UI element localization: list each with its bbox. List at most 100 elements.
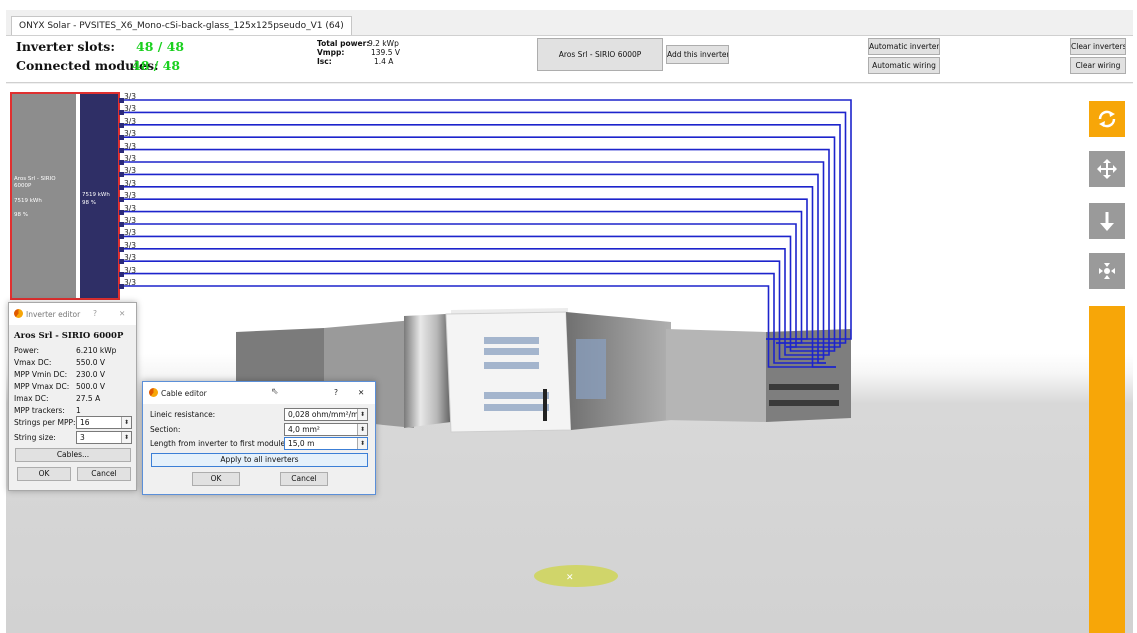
inverter-model-label: Aros Srl - SIRIO 6000P (14, 331, 124, 341)
string-wire (124, 285, 836, 368)
vmax-value: 550.0 V (76, 358, 105, 367)
section-spinbox[interactable]: 4,0 mm² ⬍ (284, 423, 368, 436)
cable-cancel-button[interactable]: Cancel (280, 472, 328, 486)
cable-ok-button[interactable]: OK (192, 472, 240, 486)
vmpp-label: Vmpp: (317, 48, 345, 57)
strings-per-mpp-value: 16 (80, 418, 90, 427)
mpp-vmin-label: MPP Vmin DC: (14, 370, 68, 379)
automatic-inverters-button[interactable]: Automatic inverters (868, 38, 940, 55)
string-size-value: 3 (80, 433, 85, 442)
mpp-trackers-value: 1 (76, 406, 81, 415)
automatic-wiring-button[interactable]: Automatic wiring (868, 57, 940, 74)
move-down-button[interactable] (1089, 203, 1125, 239)
string-wire (124, 272, 826, 364)
move-icon (1097, 159, 1117, 179)
length-spinbox[interactable]: 15,0 m ⬍ (284, 437, 368, 450)
3d-viewport[interactable]: ✕ Aros Srl - SIRIO 6000P 7519 kWh 98 % 7… (6, 84, 1133, 633)
inverter-name: Aros Srl - SIRIO 6000P (14, 176, 56, 189)
spin-arrows-icon[interactable]: ⬍ (121, 432, 131, 443)
app-icon (149, 388, 158, 397)
help-button[interactable]: ? (93, 309, 97, 318)
imax-label: Imax DC: (14, 394, 49, 403)
summary-toolbar: Inverter slots: 48 / 48 Connected module… (6, 35, 1133, 83)
inverter-cancel-button[interactable]: Cancel (77, 467, 131, 481)
string-slot-label: 3/3 (124, 166, 137, 176)
cable-editor-title: Cable editor (161, 389, 207, 398)
rotate-icon (1098, 110, 1116, 128)
lineic-resistance-value: 0,028 ohm/mm²/m (288, 410, 359, 419)
cables-button[interactable]: Cables... (15, 448, 131, 462)
string-slot-label: 3/3 (124, 265, 137, 275)
mpp-trackers-label: MPP trackers: (14, 406, 65, 415)
add-inverter-button[interactable]: Add this inverter (666, 45, 729, 64)
inverter-editor-titlebar[interactable]: Inverter editor ? ✕ (9, 303, 136, 325)
string-slot-label: 3/3 (124, 191, 137, 201)
section-value: 4,0 mm² (288, 425, 320, 434)
orange-side-panel (1089, 306, 1125, 633)
mpp-vmax-value: 500.0 V (76, 382, 105, 391)
lineic-resistance-spinbox[interactable]: 0,028 ohm/mm²/m ⬍ (284, 408, 368, 421)
string-wire (124, 210, 803, 344)
string-wire (124, 198, 808, 340)
cursor-icon: ⇖ (271, 387, 279, 397)
clear-inverters-button[interactable]: Clear inverters (1070, 38, 1126, 55)
length-label: Length from inverter to first module: (150, 439, 288, 448)
close-button[interactable]: ✕ (358, 388, 364, 397)
string-slot-label: 3/3 (124, 240, 137, 250)
rotate-button[interactable] (1089, 101, 1125, 137)
string-wire (124, 148, 830, 356)
string-slot-label: 3/3 (124, 178, 137, 188)
spin-arrows-icon[interactable]: ⬍ (121, 417, 131, 428)
vmax-label: Vmax DC: (14, 358, 52, 367)
close-button[interactable]: ✕ (119, 309, 125, 318)
apply-all-inverters-button[interactable]: Apply to all inverters (151, 453, 368, 467)
mppt-energy: 7519 kWh (82, 192, 110, 198)
string-wire (124, 136, 836, 352)
mppt-efficiency: 98 % (82, 200, 96, 206)
inverter-block[interactable]: Aros Srl - SIRIO 6000P 7519 kWh 98 % 751… (10, 92, 120, 300)
clear-wiring-button[interactable]: Clear wiring (1070, 57, 1126, 74)
cable-editor-dialog: Cable editor ⇖ ? ✕ Lineic resistance: 0,… (142, 381, 376, 495)
string-slot-label: 3/3 (124, 104, 137, 114)
strings-per-mpp-label: Strings per MPP: (14, 418, 76, 427)
isc-value: 1.4 A (374, 57, 394, 66)
inverter-model-select[interactable]: Aros Srl - SIRIO 6000P (537, 38, 663, 71)
string-wiring (124, 99, 852, 368)
document-tab[interactable]: ONYX Solar - PVSITES_X6_Mono-cSi-back-gl… (11, 16, 352, 36)
inverter-slots-label: Inverter slots: (16, 39, 115, 54)
fit-view-icon (1099, 263, 1115, 279)
string-wire (124, 235, 796, 352)
total-power-label: Total power: (317, 39, 370, 48)
string-slot-label: 3/3 (124, 253, 137, 263)
mpp-vmax-label: MPP Vmax DC: (14, 382, 70, 391)
inverter-ok-button[interactable]: OK (17, 467, 71, 481)
spin-arrows-icon[interactable]: ⬍ (357, 438, 367, 449)
strings-per-mpp-spinbox[interactable]: 16 ⬍ (76, 416, 132, 429)
section-label: Section: (150, 425, 181, 434)
pan-button[interactable] (1089, 151, 1125, 187)
string-size-spinbox[interactable]: 3 ⬍ (76, 431, 132, 444)
fit-view-button[interactable] (1089, 253, 1125, 289)
total-power-value: 9.2 kWp (368, 39, 399, 48)
string-wire (124, 111, 847, 344)
length-value: 15,0 m (288, 439, 315, 448)
string-slot-label: 3/3 (124, 228, 137, 238)
spin-arrows-icon[interactable]: ⬍ (357, 409, 367, 420)
power-label: Power: (14, 346, 40, 355)
vmpp-value: 139.5 V (371, 48, 400, 57)
mpp-vmin-value: 230.0 V (76, 370, 105, 379)
inverter-efficiency: 98 % (14, 212, 28, 218)
app-window: ONYX Solar - PVSITES_X6_Mono-cSi-back-gl… (6, 10, 1133, 633)
cable-editor-titlebar[interactable]: Cable editor ⇖ ? ✕ (143, 382, 375, 404)
string-slot-label: 3/3 (124, 92, 137, 101)
string-wire (124, 260, 816, 360)
string-wire (124, 173, 826, 364)
string-slot-label: 3/3 (124, 154, 137, 163)
string-wire (124, 248, 806, 356)
inverter-slots-value: 48 / 48 (136, 39, 185, 54)
app-icon (14, 309, 23, 318)
spin-arrows-icon[interactable]: ⬍ (357, 424, 367, 435)
string-wire (124, 186, 836, 368)
help-button[interactable]: ? (334, 388, 338, 397)
string-slot-label: 3/3 (124, 203, 137, 213)
